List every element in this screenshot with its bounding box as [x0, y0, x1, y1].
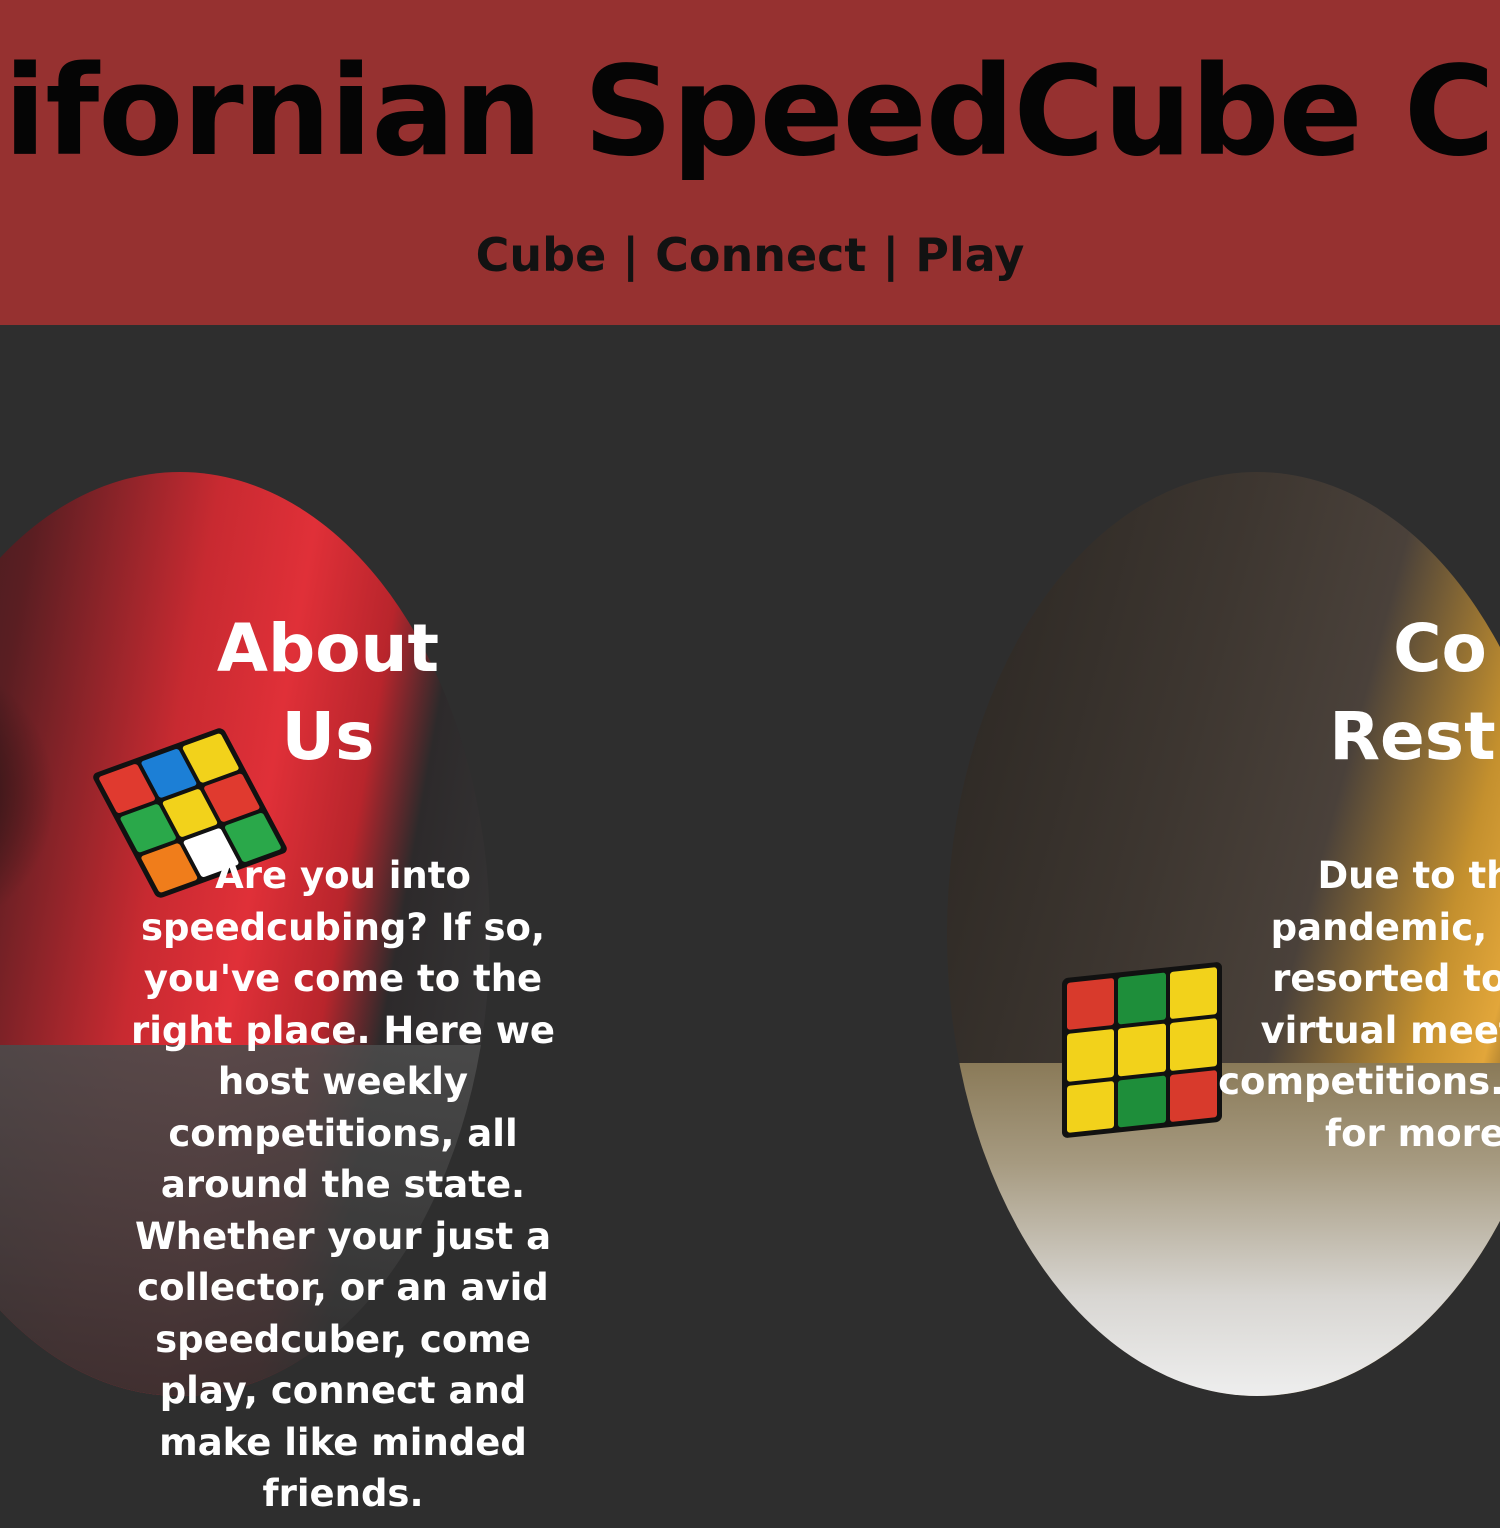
covid-title-line1: Co [1393, 610, 1487, 687]
about-title-line2: Us [281, 698, 375, 775]
about-title: About Us [178, 605, 478, 781]
covid-title: Co Restri [1240, 605, 1500, 781]
site-tagline: Cube | Connect | Play [475, 228, 1025, 282]
site-header: Californian SpeedCube Club Cube | Connec… [0, 0, 1500, 325]
covid-text-body: Due to th pandemic, we resorted to m vir… [1218, 854, 1500, 1103]
hand-shadow [0, 656, 56, 934]
rubiks-cube-icon [1062, 961, 1222, 1139]
covid-text: Due to th pandemic, we resorted to m vir… [1205, 850, 1500, 1159]
main-content: About Us Are you into speedcubing? If so… [0, 325, 1500, 1528]
site-title: Californian SpeedCube Club [0, 40, 1500, 184]
about-text: Are you into speedcubing? If so, you've … [131, 854, 555, 1515]
covid-text-tail: for more [1325, 1111, 1500, 1155]
about-title-line1: About [216, 610, 440, 687]
covid-title-line2: Restri [1329, 698, 1500, 775]
